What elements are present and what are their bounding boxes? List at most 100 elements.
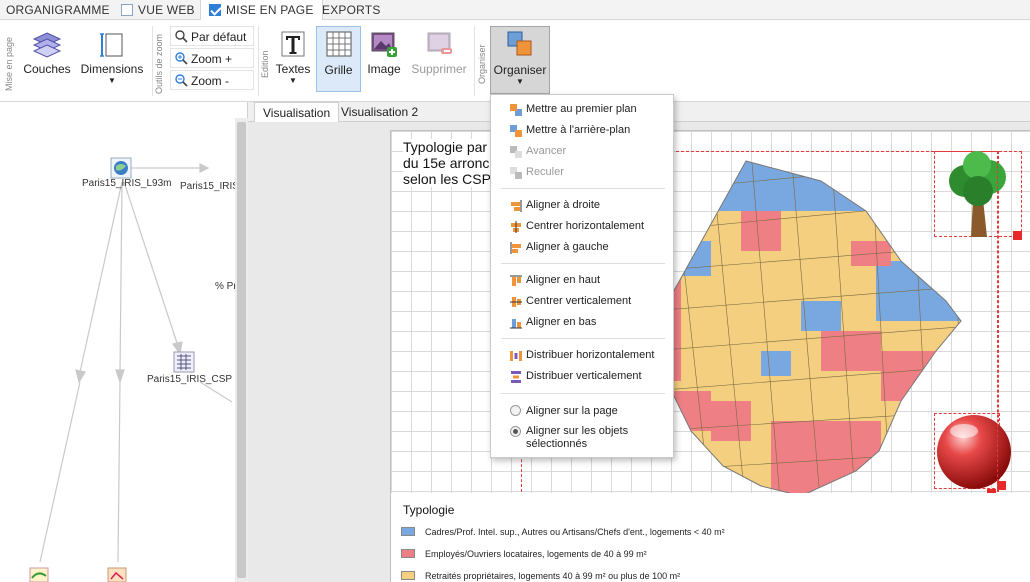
divider — [474, 26, 475, 96]
node-label-l93m[interactable]: Paris15_IRIS_L93m — [82, 178, 172, 189]
group-label-outils-zoom: Outils de zoom — [154, 33, 164, 95]
menu-item-align-bottom[interactable]: Aligner en bas — [491, 312, 673, 332]
scrollbar-thumb[interactable] — [237, 122, 246, 578]
menu-item-align-left[interactable]: Aligner à gauche — [491, 237, 673, 257]
zoom-in-icon — [175, 52, 188, 65]
menu-item-center-vertical[interactable]: Centrer verticalement — [491, 291, 673, 311]
connector-line — [119, 181, 123, 373]
chevron-down-icon: ▼ — [516, 77, 524, 86]
menu-item-label: Aligner en haut — [526, 274, 600, 286]
menu-item-send-to-back[interactable]: Mettre à l'arrière-plan — [491, 120, 673, 140]
menu-item-avancer[interactable]: Avancer — [491, 141, 673, 161]
tree-image[interactable] — [943, 149, 1013, 239]
tab-visualisation[interactable]: Visualisation — [254, 102, 340, 123]
zoom-plus-label: Zoom + — [191, 52, 233, 66]
menu-item-distribute-horizontal[interactable]: Distribuer horizontalement — [491, 345, 673, 365]
chart-node-icon[interactable] — [29, 567, 49, 582]
map-title[interactable]: Typologie par du 15e arronc selon les CS… — [403, 139, 491, 187]
red-sphere-image[interactable] — [934, 411, 1014, 491]
grid-icon — [326, 31, 351, 57]
arrow-head — [75, 369, 86, 384]
tab-vue-web[interactable]: VUE WEB — [121, 0, 195, 20]
menu-item-label: Avancer — [526, 145, 567, 157]
resize-handle[interactable] — [997, 481, 1006, 490]
tab-organigramme[interactable]: ORGANIGRAMME — [6, 0, 110, 20]
align-top-icon — [510, 275, 522, 286]
tab-label: Visualisation 2 — [341, 105, 419, 119]
dimensions-label: Dimensions — [80, 62, 144, 76]
globe-node-icon[interactable] — [110, 157, 132, 179]
connector-line — [39, 381, 81, 563]
zoom-out-button[interactable]: Zoom - — [170, 70, 254, 90]
flow-diagram-panel: Paris15_IRIS_L93m Paris15_IRIS_ % Pr Par… — [0, 102, 248, 582]
legend-item-red: Employés/Ouvriers locataires, logements … — [401, 548, 647, 560]
bring-to-front-icon — [510, 104, 522, 116]
organiser-dropdown-button[interactable]: Organiser ▼ — [490, 26, 550, 94]
choropleth-map[interactable] — [651, 151, 971, 511]
menu-item-label: Aligner sur les objets sélectionnés — [526, 425, 629, 450]
vue-web-checkbox[interactable] — [121, 4, 133, 16]
page-dimensions-icon — [100, 33, 123, 57]
map-title-line: du 15e arronc — [403, 155, 490, 171]
dimensions-button[interactable]: Dimensions ▼ — [78, 26, 146, 96]
chevron-down-icon: ▼ — [289, 76, 297, 85]
left-panel-scrollbar[interactable] — [235, 118, 248, 582]
menu-item-label: Mettre à l'arrière-plan — [526, 124, 631, 136]
menu-item-center-horizontal[interactable]: Centrer horizontalement — [491, 216, 673, 236]
node-label-percent[interactable]: % Pr — [215, 281, 237, 292]
tab-visualisation-2[interactable]: Visualisation 2 — [333, 102, 426, 122]
distribute-vertical-icon — [511, 371, 521, 383]
map-legend[interactable]: Typologie Cadres/Prof. Intel. sup., Autr… — [391, 493, 1030, 582]
align-bottom-icon — [510, 319, 522, 329]
image-node-icon[interactable] — [107, 567, 127, 582]
menu-item-align-right[interactable]: Aligner à droite — [491, 195, 673, 215]
map-polygons — [656, 161, 961, 496]
align-left-icon — [510, 242, 521, 254]
radio-button[interactable] — [510, 405, 521, 416]
menu-item-label: Mettre au premier plan — [526, 103, 637, 115]
menu-item-bring-to-front[interactable]: Mettre au premier plan — [491, 99, 673, 119]
mise-en-page-checkbox[interactable] — [209, 4, 221, 16]
organiser-menu: Mettre au premier plan Mettre à l'arrièr… — [490, 94, 674, 458]
table-node-icon[interactable] — [173, 351, 195, 373]
zoom-in-button[interactable]: Zoom + — [170, 48, 254, 68]
send-to-back-icon — [510, 125, 522, 137]
legend-swatch — [401, 549, 415, 558]
menu-item-align-top[interactable]: Aligner en haut — [491, 270, 673, 290]
legend-title: Typologie — [403, 503, 455, 517]
legend-label: Employés/Ouvriers locataires, logements … — [425, 549, 647, 559]
connector-line — [79, 181, 123, 373]
menu-item-distribute-vertical[interactable]: Distribuer verticalement — [491, 366, 673, 386]
menu-radio-align-objects[interactable]: Aligner sur les objets sélectionnés — [491, 422, 673, 452]
tab-label: MISE EN PAGE — [226, 3, 314, 17]
supprimer-button[interactable]: Supprimer — [408, 26, 470, 96]
par-defaut-button[interactable]: Par défaut — [170, 26, 254, 46]
resize-handle[interactable] — [1013, 231, 1022, 240]
connector-line — [123, 181, 179, 347]
menu-separator — [501, 263, 665, 264]
node-label-csp[interactable]: Paris15_IRIS_CSP — [147, 374, 232, 385]
menu-item-reculer[interactable]: Reculer — [491, 162, 673, 182]
distribute-horizontal-icon — [510, 351, 522, 361]
app-window: ORGANIGRAMME VUE WEB MISE EN PAGE EXPORT… — [0, 0, 1030, 582]
radio-button-checked[interactable] — [510, 426, 521, 437]
menu-item-label: Aligner sur la page — [526, 405, 618, 417]
menu-item-label: Distribuer verticalement — [526, 370, 642, 382]
image-add-icon — [371, 32, 397, 57]
delete-image-icon — [427, 32, 452, 54]
menu-radio-align-page[interactable]: Aligner sur la page — [491, 401, 673, 421]
arrow-head — [115, 369, 125, 384]
grille-toggle-button[interactable]: Grille — [316, 26, 361, 92]
legend-swatch — [401, 571, 415, 580]
image-button[interactable]: Image — [363, 26, 405, 96]
map-title-line: Typologie par — [403, 139, 488, 155]
textes-button[interactable]: Textes ▼ — [272, 26, 314, 96]
align-right-icon — [511, 200, 522, 212]
zoom-moins-label: Zoom - — [191, 74, 230, 88]
couches-button[interactable]: Couches — [20, 26, 74, 96]
main-tab-bar: ORGANIGRAMME VUE WEB MISE EN PAGE EXPORT… — [0, 0, 1030, 21]
tab-mise-en-page[interactable]: MISE EN PAGE — [200, 0, 323, 21]
tab-exports[interactable]: EXPORTS — [322, 0, 381, 20]
image-label: Image — [367, 62, 401, 76]
print-page[interactable]: Typologie par du 15e arronc selon les CS… — [390, 130, 1030, 582]
